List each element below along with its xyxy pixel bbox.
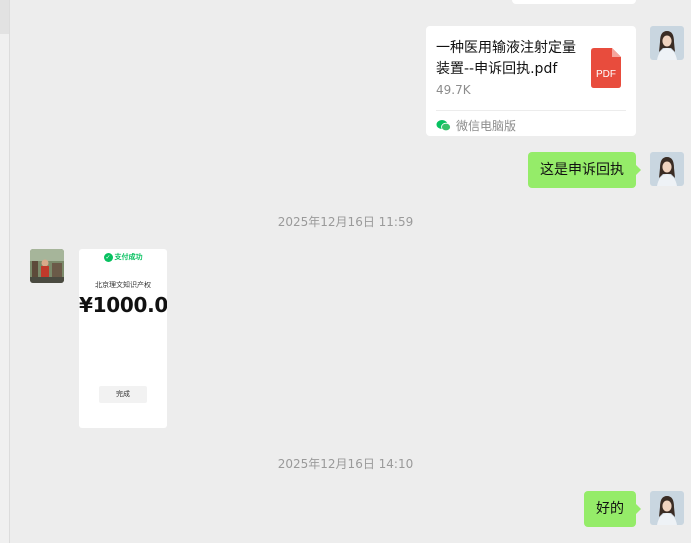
message-bubble-self[interactable]: 好的 bbox=[584, 491, 641, 527]
payment-status: ✓ 支付成功 bbox=[79, 252, 167, 262]
self-avatar[interactable] bbox=[650, 152, 684, 186]
payment-merchant: 北京理文知识产权 bbox=[95, 281, 151, 289]
self-avatar[interactable] bbox=[650, 26, 684, 60]
wechat-icon bbox=[436, 119, 451, 131]
sidebar-edge-tab bbox=[0, 0, 9, 34]
payment-screenshot-image[interactable]: ✓ 支付成功 北京理文知识产权 ¥1000.00 完成 bbox=[79, 249, 167, 428]
message-timestamp: 2025年12月16日 11:59 bbox=[277, 215, 414, 229]
file-card-divider bbox=[436, 110, 626, 111]
file-name: 一种医用输液注射定量装置--申诉回执.pdf bbox=[436, 40, 576, 77]
message-timestamp: 2025年12月16日 14:10 bbox=[277, 457, 414, 471]
message-bubble-self[interactable]: 这是申诉回执 bbox=[528, 152, 641, 188]
previous-message-bubble bbox=[512, 0, 636, 4]
file-size: 49.7K bbox=[436, 83, 471, 97]
file-message-card[interactable]: 一种医用输液注射定量装置--申诉回执.pdf 49.7K PDF 微信电脑版 bbox=[426, 26, 636, 136]
pdf-icon-label: PDF bbox=[596, 69, 616, 80]
self-avatar[interactable] bbox=[650, 491, 684, 525]
check-icon: ✓ bbox=[103, 252, 113, 262]
pdf-icon: PDF bbox=[591, 48, 621, 88]
payment-done-button: 完成 bbox=[99, 386, 147, 403]
contact-avatar[interactable] bbox=[30, 249, 64, 283]
payment-amount: ¥1000.00 bbox=[79, 293, 167, 317]
payment-status-label: 支付成功 bbox=[114, 253, 143, 261]
file-source: 微信电脑版 bbox=[436, 117, 516, 133]
file-source-label: 微信电脑版 bbox=[456, 118, 517, 133]
